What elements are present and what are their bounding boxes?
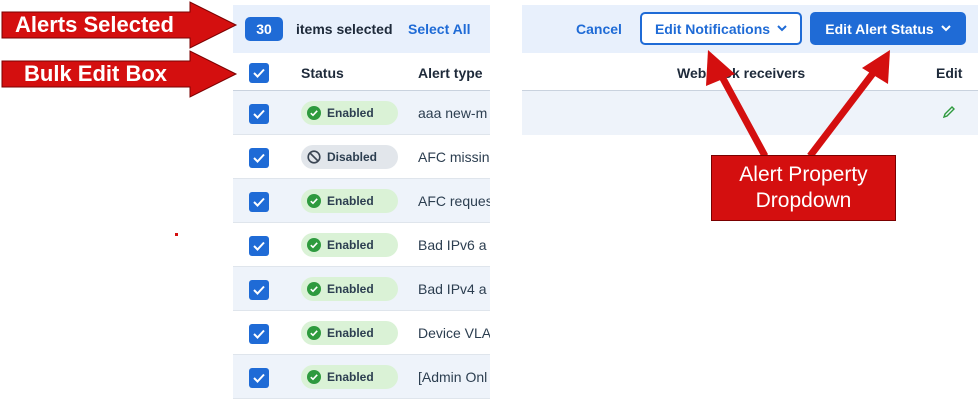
disabled-icon	[307, 150, 321, 164]
table-row[interactable]: Enabled [Admin Onl	[233, 355, 490, 399]
alert-type-cell: AFC reques	[418, 193, 490, 209]
check-circle-icon	[307, 282, 321, 296]
status-badge: Enabled	[301, 189, 398, 213]
row-checkbox[interactable]	[249, 192, 269, 212]
column-header-alert-type[interactable]: Alert type	[418, 65, 483, 81]
check-circle-icon	[307, 238, 321, 252]
check-circle-icon	[307, 194, 321, 208]
row-checkbox[interactable]	[249, 236, 269, 256]
row-checkbox[interactable]	[249, 148, 269, 168]
select-all-link[interactable]: Select All	[408, 21, 471, 37]
alert-property-dropdown-annotation: Alert Property Dropdown	[711, 155, 896, 221]
selection-bar: 30 items selected Select All	[233, 5, 490, 53]
checkmark-icon	[253, 153, 265, 163]
status-label: Enabled	[327, 238, 374, 252]
checkmark-icon	[253, 68, 265, 78]
stray-mark	[175, 233, 178, 236]
alerts-selected-annotation: Alerts Selected	[15, 12, 174, 37]
status-label: Enabled	[327, 106, 374, 120]
stage: 30 items selected Select All Status Aler…	[0, 0, 978, 399]
selected-count-badge: 30	[245, 17, 283, 41]
status-label: Enabled	[327, 326, 374, 340]
row-checkbox[interactable]	[249, 280, 269, 300]
status-badge: Disabled	[301, 145, 398, 169]
select-all-checkbox[interactable]	[249, 63, 269, 83]
edit-notifications-label: Edit Notifications	[654, 20, 771, 37]
column-header-status[interactable]: Status	[301, 65, 344, 81]
table-row[interactable]: Enabled Device VLA	[233, 311, 490, 355]
status-label: Disabled	[327, 150, 378, 164]
table-row[interactable]: Enabled AFC reques	[233, 179, 490, 223]
checkmark-icon	[253, 241, 265, 251]
status-badge: Enabled	[301, 233, 398, 257]
table-header: Status Alert type	[233, 53, 490, 91]
table-body: Enabled aaa new-m Disabled AFC missin Enable…	[233, 91, 490, 399]
row-checkbox[interactable]	[249, 324, 269, 344]
row-checkbox[interactable]	[249, 368, 269, 388]
table-row[interactable]: Enabled Bad IPv4 a	[233, 267, 490, 311]
alert-type-cell: Device VLA	[418, 325, 490, 341]
alert-property-line1: Alert Property	[739, 163, 868, 186]
items-selected-label: items selected	[296, 21, 393, 37]
alert-type-cell: Bad IPv4 a	[418, 281, 487, 297]
alert-type-cell: aaa new-m	[418, 105, 488, 121]
status-badge: Enabled	[301, 101, 398, 125]
alert-property-line2: Dropdown	[755, 189, 852, 212]
table-row[interactable]: Disabled AFC missin	[233, 135, 490, 179]
check-circle-icon	[307, 326, 321, 340]
check-circle-icon	[307, 370, 321, 384]
chevron-down-icon	[777, 25, 787, 32]
check-circle-icon	[307, 106, 321, 120]
alert-property-arrows	[706, 50, 890, 159]
edit-alert-status-label: Edit Alert Status	[825, 20, 934, 37]
chevron-down-icon	[940, 25, 951, 32]
status-label: Enabled	[327, 370, 374, 384]
checkmark-icon	[253, 329, 265, 339]
bulk-edit-box-annotation: Bulk Edit Box	[24, 61, 168, 86]
column-header-edit: Edit	[936, 65, 963, 81]
pencil-icon[interactable]	[942, 105, 956, 119]
checkmark-icon	[253, 285, 265, 295]
status-label: Enabled	[327, 282, 374, 296]
table-row[interactable]: Enabled aaa new-m	[233, 91, 490, 135]
checkmark-icon	[253, 197, 265, 207]
status-label: Enabled	[327, 194, 374, 208]
row-checkbox[interactable]	[249, 104, 269, 124]
status-badge: Enabled	[301, 277, 398, 301]
cancel-button[interactable]: Cancel	[576, 21, 622, 37]
table-row[interactable]: Enabled Bad IPv6 a	[233, 223, 490, 267]
alert-type-cell: AFC missin	[418, 149, 490, 165]
checkmark-icon	[253, 109, 265, 119]
alert-type-cell: Bad IPv6 a	[418, 237, 487, 253]
checkmark-icon	[253, 373, 265, 383]
status-badge: Enabled	[301, 321, 398, 345]
status-badge: Enabled	[301, 365, 398, 389]
alert-type-cell: [Admin Onl	[418, 369, 488, 385]
